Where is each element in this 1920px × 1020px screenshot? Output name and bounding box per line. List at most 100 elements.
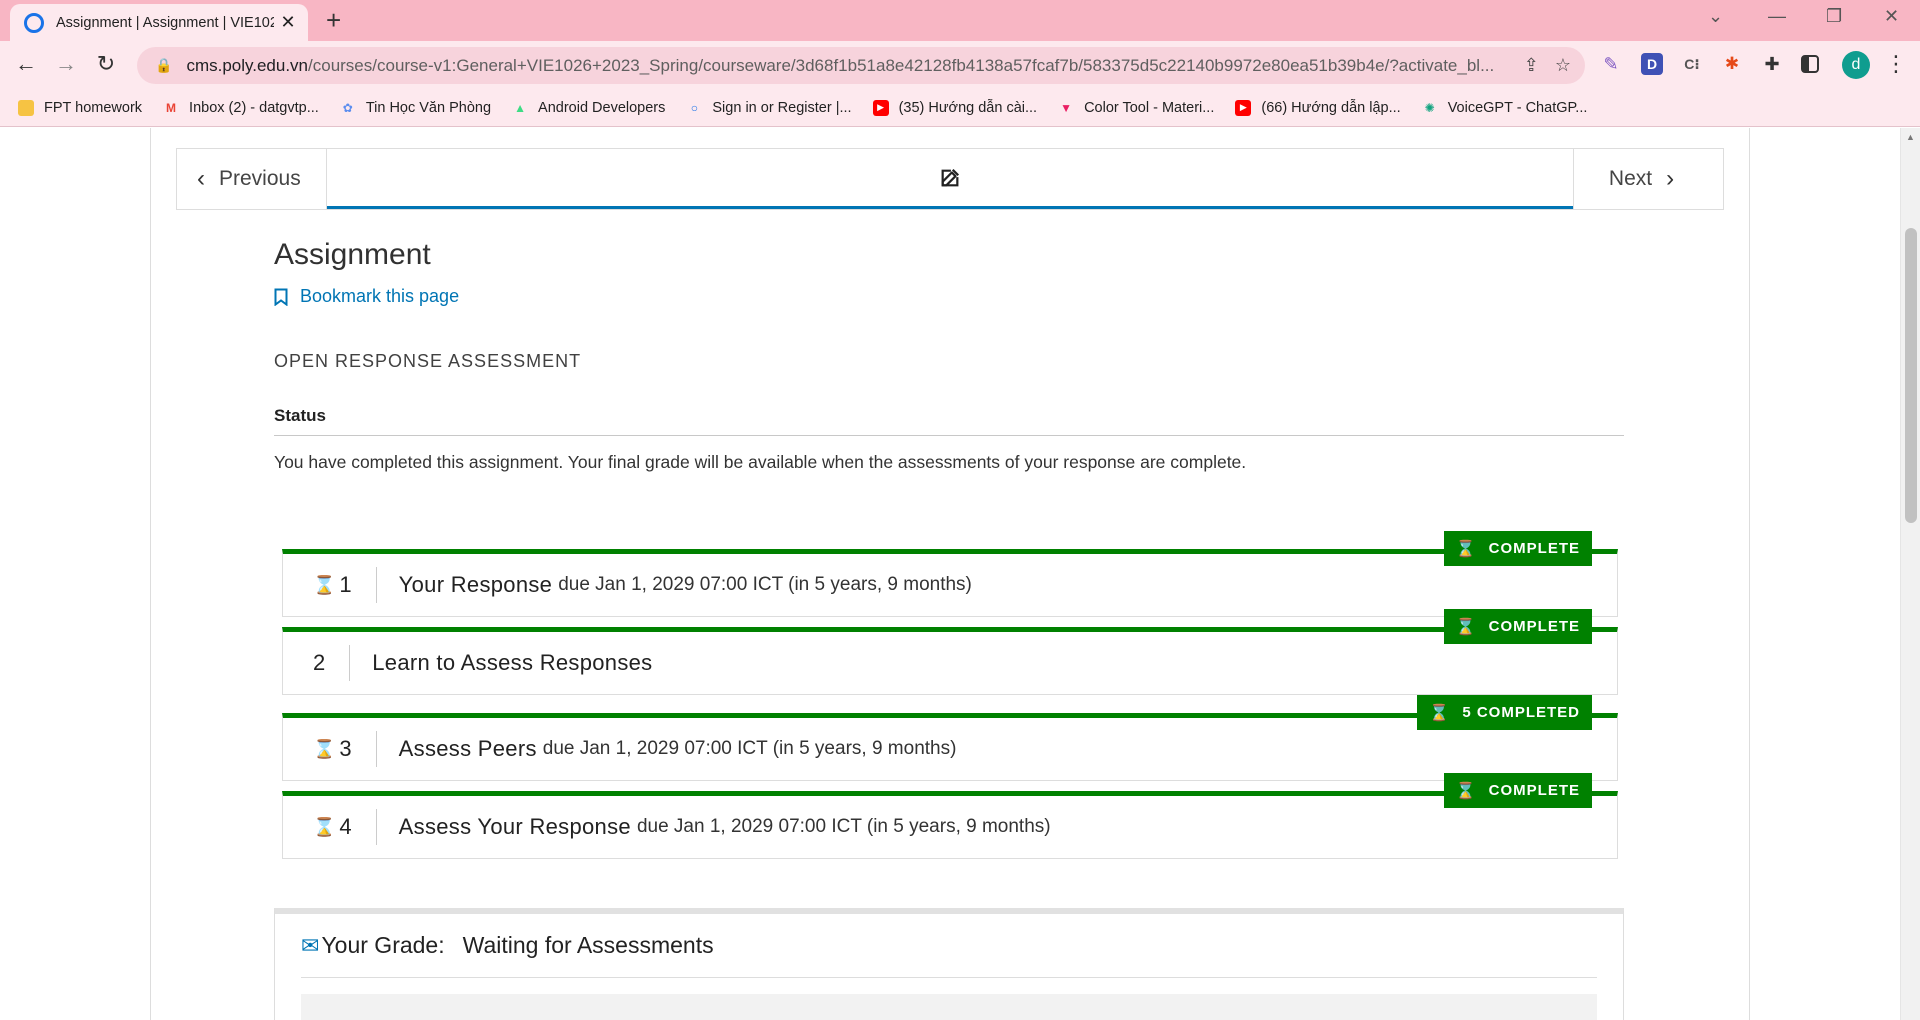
bug-extension-icon[interactable]: ✱ bbox=[1721, 53, 1743, 75]
status-badge-label: COMPLETE bbox=[1488, 540, 1580, 557]
status-badge: ⌛ 5 COMPLETED bbox=[1417, 695, 1592, 730]
ora-step[interactable]: ⌛ 3 Assess Peers due Jan 1, 2029 07:00 ICT … bbox=[282, 695, 1618, 781]
restore-icon[interactable]: ❐ bbox=[1826, 6, 1842, 27]
chevron-left-icon: ‹ bbox=[197, 165, 205, 192]
step-title: Learn to Assess Responses bbox=[372, 650, 653, 675]
url-text[interactable]: cms.poly.edu.vn/courses/course-v1:Genera… bbox=[186, 56, 1507, 76]
address-bar[interactable]: 🔒 cms.poly.edu.vn/courses/course-v1:Gene… bbox=[137, 47, 1585, 84]
scrollbar-thumb[interactable] bbox=[1905, 228, 1917, 523]
page-viewport: ‹ Previous Next › Assignment Bookmark th… bbox=[0, 128, 1920, 1020]
previous-label: Previous bbox=[219, 167, 301, 190]
ora-step[interactable]: ⌛ 4 Assess Your Response due Jan 1, 2029 07… bbox=[282, 773, 1618, 859]
bookmark-item[interactable]: ▶ (35) Hướng dẫn cài... bbox=[872, 99, 1038, 116]
bookmarks-bar: FPT homework M Inbox (2) - datgvtp... ✿ Tin … bbox=[0, 89, 1920, 127]
hourglass-icon: ⌛ bbox=[1429, 704, 1451, 722]
ora-step[interactable]: 2 Learn to Assess Responses ⌛ COMPLETE bbox=[282, 609, 1618, 695]
d-extension-icon[interactable]: D bbox=[1641, 53, 1663, 75]
step-due-date: due Jan 1, 2029 07:00 ICT (in 5 years, 9… bbox=[542, 738, 957, 759]
pen-extension-icon[interactable]: ✎ bbox=[1600, 53, 1622, 75]
bookmark-label: FPT homework bbox=[44, 99, 143, 116]
status-badge-label: 5 COMPLETED bbox=[1462, 704, 1580, 721]
android-icon: ▲ bbox=[514, 100, 526, 115]
divider bbox=[301, 977, 1597, 978]
status-message: You have completed this assignment. Your… bbox=[274, 452, 1247, 472]
step-title: Assess Your Response bbox=[398, 814, 631, 839]
site-icon: ✿ bbox=[342, 100, 353, 115]
page-title: Assignment bbox=[274, 238, 431, 271]
bookmark-label: Color Tool - Materi... bbox=[1084, 99, 1215, 116]
sequence-tab-active[interactable] bbox=[327, 149, 1573, 209]
status-badge-label: COMPLETE bbox=[1488, 782, 1580, 799]
bookmark-item[interactable]: ▼ Color Tool - Materi... bbox=[1058, 100, 1214, 116]
minimize-icon[interactable]: — bbox=[1768, 6, 1786, 27]
step-title: Assess Peers bbox=[398, 736, 537, 761]
bookmark-item[interactable]: M Inbox (2) - datgvtp... bbox=[163, 100, 319, 116]
puzzle-extensions-icon[interactable]: ✚ bbox=[1761, 53, 1783, 75]
step-number-label: 2 bbox=[313, 650, 326, 675]
hourglass-icon: ⌛ bbox=[1455, 540, 1477, 558]
status-heading: Status bbox=[274, 406, 326, 425]
star-icon[interactable]: ☆ bbox=[1555, 55, 1571, 76]
bookmark-icon bbox=[274, 288, 288, 306]
bookmark-label: Inbox (2) - datgvtp... bbox=[189, 99, 319, 116]
browser-toolbar: ← → ↻ 🔒 cms.poly.edu.vn/courses/course-v… bbox=[0, 41, 1920, 89]
c-extension-icon[interactable]: C⁝ bbox=[1681, 53, 1703, 75]
forward-icon[interactable]: → bbox=[52, 51, 80, 77]
step-number-label: 3 bbox=[339, 736, 352, 761]
back-icon[interactable]: ← bbox=[12, 51, 40, 77]
grade-details-panel bbox=[301, 994, 1597, 1020]
scroll-up-icon[interactable]: ▲ bbox=[1906, 132, 1915, 142]
step-number: ⌛ 4 bbox=[283, 809, 377, 845]
ora-step[interactable]: ⌛ 1 Your Response due Jan 1, 2029 07:00 ICT… bbox=[282, 531, 1618, 617]
grade-section: ✉ Your Grade: Waiting for Assessments bbox=[274, 908, 1624, 1020]
browser-tab-active[interactable]: Assignment | Assignment | VIE1026 ✕ bbox=[10, 4, 308, 41]
profile-avatar[interactable]: d bbox=[1842, 51, 1870, 79]
gmail-icon: M bbox=[166, 100, 177, 115]
next-button[interactable]: Next › bbox=[1573, 149, 1723, 209]
bookmark-label: Bookmark this page bbox=[300, 286, 460, 306]
bookmark-label: Sign in or Register |... bbox=[712, 99, 852, 116]
bookmark-label: (35) Hướng dẫn cài... bbox=[898, 99, 1038, 116]
hourglass-icon: ⌛ bbox=[313, 738, 336, 759]
scrollbar[interactable]: ▲ bbox=[1900, 128, 1920, 1020]
circle-icon: ○ bbox=[690, 100, 699, 115]
next-label: Next bbox=[1608, 167, 1653, 190]
lock-icon[interactable]: 🔒 bbox=[155, 57, 172, 74]
status-badge: ⌛ COMPLETE bbox=[1443, 773, 1592, 808]
close-icon[interactable]: ✕ bbox=[278, 12, 298, 33]
new-tab-icon[interactable]: + bbox=[326, 7, 341, 33]
hourglass-icon: ⌛ bbox=[1455, 782, 1477, 800]
share-icon[interactable]: ⇪ bbox=[1524, 55, 1539, 76]
window-close-icon[interactable]: ✕ bbox=[1884, 6, 1899, 27]
tab-search-chevron-icon[interactable]: ⌄ bbox=[1708, 6, 1723, 27]
step-number-label: 1 bbox=[339, 572, 352, 597]
step-title: Your Response bbox=[398, 572, 553, 597]
side-panel-icon[interactable] bbox=[1801, 55, 1819, 73]
hourglass-icon: ⌛ bbox=[1455, 618, 1477, 636]
bookmark-item[interactable]: ✺ VoiceGPT - ChatGP... bbox=[1422, 100, 1588, 116]
bookmark-item[interactable]: ✿ Tin Học Văn Phòng bbox=[340, 100, 491, 116]
status-badge: ⌛ COMPLETE bbox=[1443, 609, 1592, 644]
step-due-date: due Jan 1, 2029 07:00 ICT (in 5 years, 9… bbox=[558, 574, 972, 595]
chevron-right-icon: › bbox=[1666, 165, 1675, 192]
bookmark-label: (66) Hướng dẫn lập... bbox=[1261, 99, 1401, 116]
tab-favicon-icon bbox=[24, 12, 44, 33]
grade-heading[interactable]: ✉ Your Grade: Waiting for Assessments bbox=[301, 932, 714, 959]
status-badge: ⌛ COMPLETE bbox=[1443, 531, 1592, 566]
bookmark-page-button[interactable]: Bookmark this page bbox=[274, 286, 459, 307]
menu-icon[interactable]: ⋮ bbox=[1882, 51, 1910, 77]
bookmark-item[interactable]: ▶ (66) Hướng dẫn lập... bbox=[1235, 99, 1401, 116]
divider bbox=[274, 435, 1624, 436]
hourglass-icon: ⌛ bbox=[313, 816, 336, 837]
step-due-date: due Jan 1, 2029 07:00 ICT (in 5 years, 9… bbox=[636, 816, 1051, 837]
edit-icon bbox=[941, 168, 960, 186]
tab-title: Assignment | Assignment | VIE1026 bbox=[56, 14, 274, 31]
bookmark-item[interactable]: FPT homework bbox=[18, 99, 143, 116]
reload-icon[interactable]: ↻ bbox=[92, 51, 120, 77]
chatgpt-icon: ✺ bbox=[1424, 100, 1435, 115]
previous-button[interactable]: ‹ Previous bbox=[177, 149, 327, 209]
step-number: ⌛ 1 bbox=[283, 567, 377, 603]
bookmark-item[interactable]: ○ Sign in or Register |... bbox=[686, 99, 852, 116]
browser-tab-strip: Assignment | Assignment | VIE1026 ✕ + ⌄ … bbox=[0, 0, 1920, 41]
bookmark-item[interactable]: ▲ Android Developers bbox=[512, 100, 665, 116]
